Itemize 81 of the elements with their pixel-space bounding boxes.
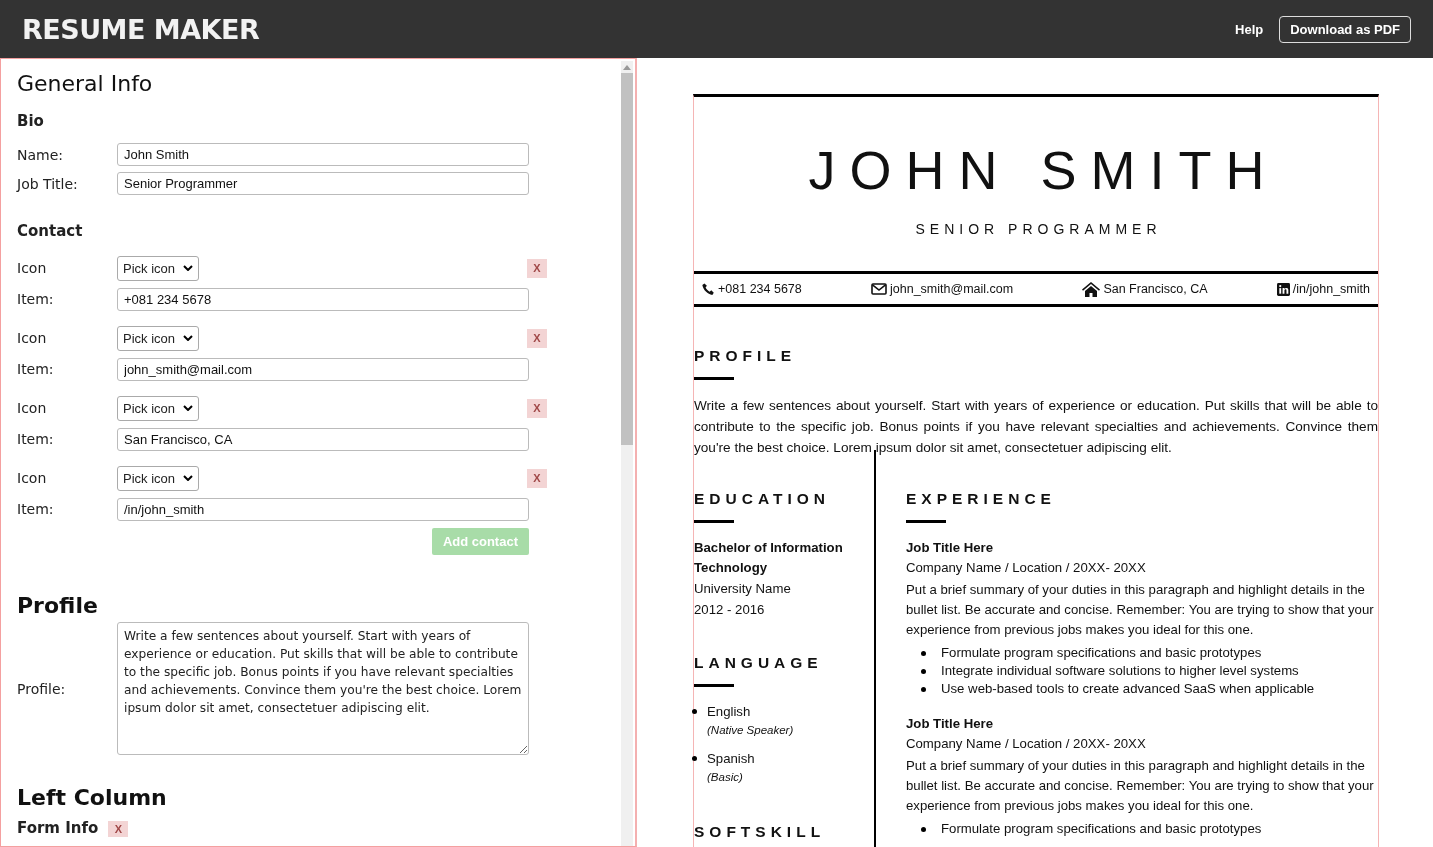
remove-button[interactable]: X [108, 820, 129, 837]
field-label: Item: [17, 361, 55, 377]
field-label: Icon [17, 260, 48, 276]
text-field[interactable]: John Smith [117, 143, 529, 166]
job-summary: Put a brief summary of your duties in this paragraph and highlight details in the bullet list. Be accurate and concise. Remember: You are trying to show that your experience from previous jobs makes you ideal for this one. [906, 757, 1375, 815]
section-heading: General Info [17, 71, 154, 96]
subsection-heading: Form Info [17, 820, 99, 837]
field-label: Icon [17, 470, 48, 486]
remove-button[interactable]: X [527, 468, 547, 488]
contact-text: San Francisco, CA [1103, 282, 1208, 296]
bullet-icon [921, 669, 926, 674]
field-label: Job Title: [17, 175, 79, 192]
years-text: 2012 - 2016 [694, 601, 766, 619]
app-title: RESUME MAKER [22, 13, 260, 45]
bullet-text: Use web-based tools to create advanced SaaS when applicable [941, 680, 1315, 698]
remove-button[interactable]: X [527, 398, 547, 418]
resume-name: JOHN SMITH [808, 139, 1279, 201]
company-text: Company Name / Location / 20XX- 20XX [906, 559, 1147, 577]
text-field[interactable]: +081 234 5678 [117, 287, 529, 311]
language-name: Spanish [707, 750, 755, 768]
field-label: Icon [17, 330, 48, 346]
text-field[interactable]: San Francisco, CA [117, 427, 529, 451]
company-text: Company Name / Location / 20XX- 20XX [906, 735, 1147, 753]
download-pdf-button[interactable]: Download as PDF [1279, 15, 1411, 43]
school-text: University Name [694, 580, 792, 598]
resume-section-heading: EXPERIENCE [906, 490, 1057, 508]
language-level: (Basic) [707, 770, 744, 785]
section-heading: Left Column [17, 785, 168, 810]
bullet-text: Integrate individual software solutions to higher level systems [941, 662, 1299, 680]
icon-dropdown[interactable]: Pick icon [117, 395, 199, 421]
bullet-icon [921, 827, 926, 832]
job-summary: Put a brief summary of your duties in this paragraph and highlight details in the bullet list. Be accurate and concise. Remember: You are trying to show that your experience from previous jobs makes you ideal for this one. [906, 581, 1375, 639]
text-field[interactable]: john_smith@mail.com [117, 357, 529, 381]
job-title: Job Title Here [906, 715, 994, 733]
chevron-icon [183, 335, 193, 341]
resume-job-title: SENIOR PROGRAMMER [915, 221, 1162, 237]
resume-section-heading: SOFTSKILL [694, 823, 827, 841]
house-icon [1082, 281, 1101, 297]
chevron-icon [183, 265, 193, 271]
job-title: Job Title Here [906, 539, 994, 557]
remove-button[interactable]: X [527, 328, 547, 348]
field-label: Name: [17, 146, 65, 163]
phone-icon [702, 282, 715, 296]
linkedin-icon [1276, 282, 1290, 296]
field-label: Profile: [17, 680, 67, 697]
scroll-up-icon[interactable] [623, 65, 631, 70]
subsection-heading: Contact [17, 222, 84, 240]
chevron-icon [183, 475, 193, 481]
icon-dropdown[interactable]: Pick icon [117, 325, 199, 351]
heading-underline [906, 520, 946, 523]
resume-section-heading: PROFILE [694, 347, 798, 365]
scrollbar[interactable] [621, 61, 633, 846]
subsection-heading: Bio [17, 112, 45, 130]
profile-text-area[interactable]: Write a few sentences about yourself. Start with years of experience or education. Put skills that will be able to contribute to the specific job. Bonus points if you have relevant specialties and achievements. Convince them you're the best choice. Lorem ipsum dolor sit amet, consectetuer adipiscing elit. [117, 622, 529, 755]
contact-text: /in/john_smith [1292, 282, 1370, 296]
field-label: Item: [17, 291, 55, 307]
field-label: Icon [17, 400, 48, 416]
scrollbar-thumb[interactable] [621, 73, 633, 445]
bullet-icon [921, 687, 926, 692]
chevron-icon [183, 405, 193, 411]
icon-dropdown[interactable]: Pick icon [117, 255, 199, 281]
icon-dropdown[interactable]: Pick icon [117, 465, 199, 491]
remove-button[interactable]: X [527, 258, 547, 278]
field-label: Item: [17, 501, 55, 517]
contact-text: +081 234 5678 [718, 282, 802, 296]
language-name: English [707, 703, 752, 721]
resume-section-heading: EDUCATION [694, 490, 831, 508]
degree-text: Bachelor of Information Technology [694, 539, 844, 577]
text-field[interactable]: Senior Programmer [117, 172, 529, 195]
resume-section-heading: LANGUAGE [694, 654, 824, 672]
bullet-icon [921, 651, 926, 656]
envelope-icon [871, 283, 887, 295]
contact-text: john_smith@mail.com [890, 282, 1014, 296]
language-level: (Native Speaker) [707, 723, 794, 738]
text-field[interactable]: /in/john_smith [117, 497, 529, 521]
field-label: Item: [17, 431, 55, 447]
help-link[interactable]: Help [1235, 21, 1264, 37]
section-heading: Profile [17, 593, 99, 618]
bullet-text: Formulate program specifications and basic prototypes [941, 644, 1262, 662]
profile-text: Write a few sentences about yourself. Start with years of experience or education. Put skills that will be able to contribute to the specific job. Bonus points if you have relevant specialties and achievements. Convince them you're the best choice. Lorem ipsum dolor sit amet, consectetuer adipiscing elit. [694, 397, 1378, 457]
bullet-text: Formulate program specifications and basic prototypes [941, 820, 1262, 838]
